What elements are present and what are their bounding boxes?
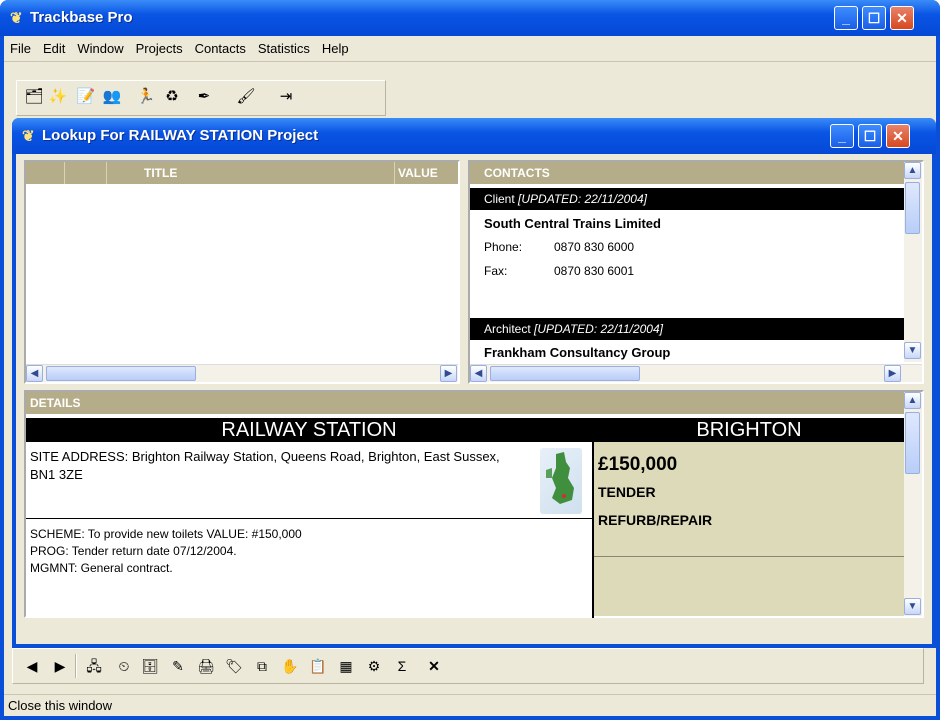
exit-icon[interactable]: ⇥ xyxy=(275,86,297,108)
project-type: REFURB/REPAIR xyxy=(598,512,713,528)
main-titlebar[interactable]: ❦ Trackbase Pro _ ☐ ✕ xyxy=(0,0,940,36)
contact-architect-updated: [UPDATED: 22/11/2004] xyxy=(534,322,663,336)
timer-icon[interactable]: ⏲ xyxy=(113,655,135,677)
project-name: RAILWAY STATION xyxy=(26,418,592,442)
hand-icon[interactable]: ✋ xyxy=(279,655,301,677)
grid-col-value[interactable]: VALUE xyxy=(398,162,438,184)
scroll-right-icon[interactable]: ▶ xyxy=(884,365,901,382)
navigation-toolbar: ◀ ▶ 🖧 ⏲ 🗄 ✎ 🖨 🏷 ⧉ ✋ 📋 ▦ ⚙ Σ ✕ xyxy=(12,648,924,684)
tag-icon[interactable]: 🏷 xyxy=(223,655,245,677)
scroll-up-icon[interactable]: ▲ xyxy=(904,392,921,409)
grid-hscroll-thumb[interactable] xyxy=(46,366,196,381)
refresh-icon[interactable]: ♻ xyxy=(161,86,183,108)
details-panel: DETAILS RAILWAY STATION SITE ADDRESS: Br… xyxy=(24,390,924,618)
contact-architect-bar: Architect [UPDATED: 22/11/2004] xyxy=(470,318,904,340)
details-header: DETAILS xyxy=(26,392,904,414)
contacts-hscroll-thumb[interactable] xyxy=(490,366,640,381)
details-vscrollbar[interactable]: ▲ ▼ xyxy=(904,392,922,616)
scroll-right-icon[interactable]: ▶ xyxy=(440,365,457,382)
contact-phone-label: Phone: xyxy=(484,240,523,254)
formula-icon[interactable]: Σ xyxy=(391,655,413,677)
main-window: ❦ Trackbase Pro _ ☐ ✕ File Edit Window Proj… xyxy=(0,0,940,720)
lookup-minimize-button[interactable]: _ xyxy=(830,124,854,148)
previous-record-icon[interactable]: ◀ xyxy=(21,655,43,677)
app-title: Trackbase Pro xyxy=(30,9,133,26)
contact-architect-role: Architect xyxy=(484,322,531,336)
notes-icon[interactable]: 📝 xyxy=(75,86,97,108)
edit-form-icon[interactable]: 📋 xyxy=(307,655,329,677)
lookup-maximize-button[interactable]: ☐ xyxy=(858,124,882,148)
details-vscroll-thumb[interactable] xyxy=(905,412,920,474)
contact-client-company[interactable]: South Central Trains Limited xyxy=(484,216,661,231)
close-button[interactable]: ✕ xyxy=(890,6,914,30)
new-project-icon[interactable]: ✨ xyxy=(47,86,69,108)
uk-map-thumbnail xyxy=(540,448,582,514)
close-window-icon[interactable]: ✕ xyxy=(423,655,445,677)
settings-icon[interactable]: ⚙ xyxy=(363,655,385,677)
maximize-button[interactable]: ☐ xyxy=(862,6,886,30)
lookup-window: ❦ Lookup For RAILWAY STATION Project _ ☐… xyxy=(12,118,936,648)
contact-fax: 0870 830 6001 xyxy=(554,264,635,278)
lookup-titlebar[interactable]: ❦ Lookup For RAILWAY STATION Project _ ☐… xyxy=(12,118,936,154)
lookup-close-button[interactable]: ✕ xyxy=(886,124,910,148)
grid-hscrollbar[interactable]: ◀ ▶ xyxy=(26,364,458,382)
lookup-title: Lookup For RAILWAY STATION Project xyxy=(42,127,319,144)
contacts-header: CONTACTS xyxy=(470,162,904,184)
status-bar: Close this window xyxy=(4,694,936,716)
menu-help[interactable]: Help xyxy=(316,36,355,62)
paint-icon[interactable]: 🖌 xyxy=(235,86,257,108)
contact-fax-label: Fax: xyxy=(484,264,508,278)
items-grid[interactable]: TITLE VALUE ◀ ▶ xyxy=(24,160,460,384)
main-toolbar: 🗂 ✨ 📝 👥 🏃 ♻ ✒ 🖌 ⇥ xyxy=(16,80,386,116)
details-summary: BRIGHTON £150,000 TENDER REFURB/REPAIR xyxy=(594,418,904,616)
people-icon[interactable]: 👥 xyxy=(101,86,123,108)
next-record-icon[interactable]: ▶ xyxy=(49,655,71,677)
network-icon[interactable]: 🖧 xyxy=(83,655,105,677)
menu-bar: File Edit Window Projects Contacts Statistics… xyxy=(4,36,936,62)
contacts-vscroll-thumb[interactable] xyxy=(905,182,920,234)
grid-icon[interactable]: ▦ xyxy=(335,655,357,677)
contact-client-role: Client xyxy=(484,192,515,206)
prog-text: PROG: Tender return date 07/12/2004. xyxy=(30,544,237,558)
menu-projects[interactable]: Projects xyxy=(130,36,189,62)
contacts-vscrollbar[interactable]: ▲ ▼ xyxy=(904,162,922,362)
database-icon[interactable]: 🗄 xyxy=(139,655,161,677)
scroll-down-icon[interactable]: ▼ xyxy=(904,342,921,359)
pen-icon[interactable]: ✒ xyxy=(193,86,215,108)
scroll-up-icon[interactable]: ▲ xyxy=(904,162,921,179)
menu-contacts[interactable]: Contacts xyxy=(189,36,252,62)
site-address: SITE ADDRESS: Brighton Railway Station, … xyxy=(30,449,500,482)
run-icon[interactable]: 🏃 xyxy=(135,86,157,108)
menu-edit[interactable]: Edit xyxy=(37,36,71,62)
contacts-hscrollbar[interactable]: ◀ ▶ xyxy=(470,364,922,382)
scheme-text: SCHEME: To provide new toilets VALUE: #1… xyxy=(30,527,302,541)
contact-phone: 0870 830 6000 xyxy=(554,240,635,254)
contact-client-bar: Client [UPDATED: 22/11/2004] xyxy=(470,188,904,210)
contacts-panel: CONTACTS Client [UPDATED: 22/11/2004] So… xyxy=(468,160,924,384)
lookup-content: TITLE VALUE ◀ ▶ CONTACTS Client [UPDATED… xyxy=(16,154,932,644)
menu-statistics[interactable]: Statistics xyxy=(252,36,316,62)
highlighter-icon[interactable]: ✎ xyxy=(167,655,189,677)
project-value: £150,000 xyxy=(598,454,678,475)
contact-architect-company[interactable]: Frankham Consultancy Group xyxy=(484,345,884,361)
print-icon[interactable]: 🖨 xyxy=(195,655,217,677)
lookup-icon: ❦ xyxy=(22,128,35,145)
grid-header: TITLE VALUE xyxy=(26,162,458,184)
location: BRIGHTON xyxy=(594,418,904,442)
scroll-left-icon[interactable]: ◀ xyxy=(470,365,487,382)
menu-window[interactable]: Window xyxy=(71,36,129,62)
minimize-button[interactable]: _ xyxy=(834,6,858,30)
mgmnt-text: MGMNT: General contract. xyxy=(30,561,173,575)
project-stage: TENDER xyxy=(598,484,656,500)
grid-col-title[interactable]: TITLE xyxy=(144,162,177,184)
open-project-icon[interactable]: 🗂 xyxy=(23,86,45,108)
scroll-left-icon[interactable]: ◀ xyxy=(26,365,43,382)
copy-icon[interactable]: ⧉ xyxy=(251,655,273,677)
contact-client-updated: [UPDATED: 22/11/2004] xyxy=(518,192,647,206)
main-client-area: File Edit Window Projects Contacts Statistics… xyxy=(4,36,936,716)
app-icon: ❦ xyxy=(10,10,23,27)
menu-file[interactable]: File xyxy=(4,36,37,62)
scroll-down-icon[interactable]: ▼ xyxy=(904,598,921,615)
